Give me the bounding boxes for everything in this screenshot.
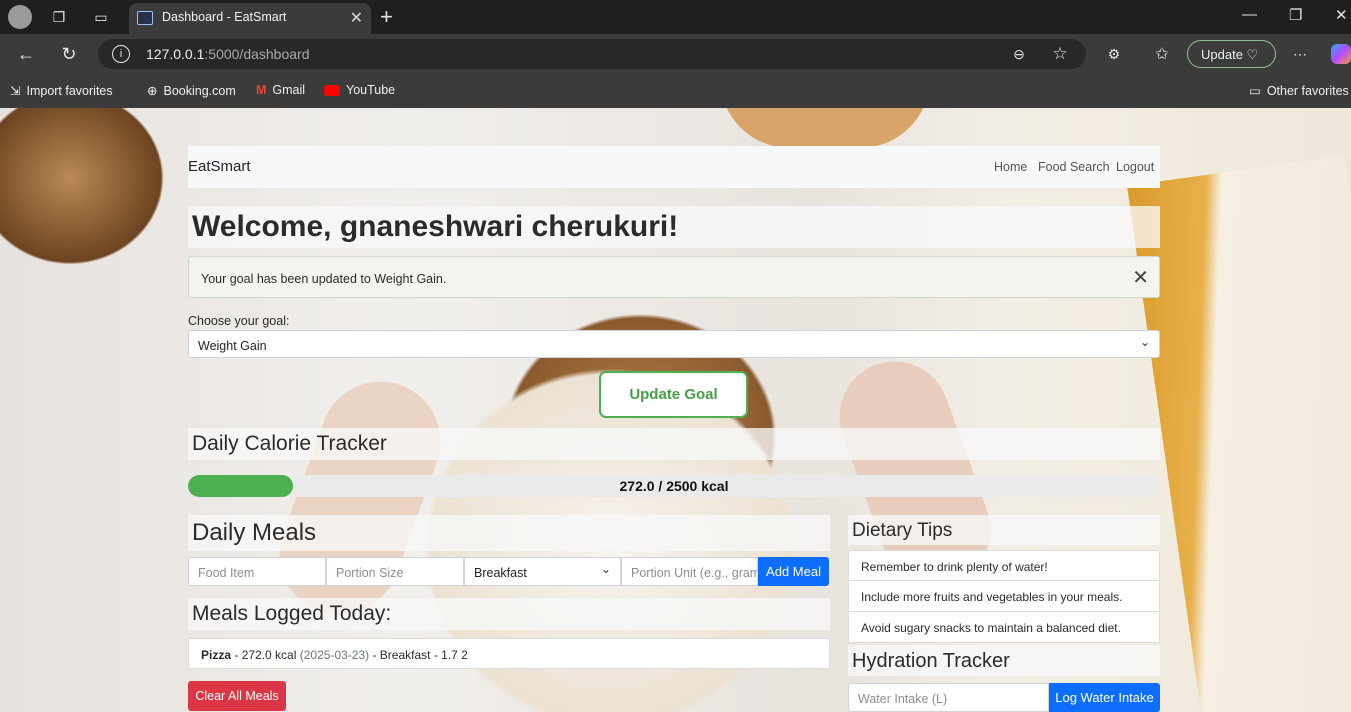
meal-details: - Breakfast - 1.7 2 (372, 648, 468, 662)
alert-message: Your goal has been updated to Weight Gai… (201, 272, 447, 286)
gmail-icon: M (256, 83, 267, 97)
meal-kcal: - 272.0 kcal (234, 648, 297, 662)
background-decoration (720, 108, 930, 148)
back-icon[interactable]: ← (15, 43, 37, 65)
calorie-tracker-header: Daily Calorie Tracker (188, 428, 1160, 460)
extensions-icon[interactable]: ⚙ (1104, 44, 1124, 64)
favorite-youtube[interactable]: YouTube (324, 83, 395, 97)
profile-avatar-icon[interactable] (8, 5, 32, 29)
dietary-tips-title: Dietary Tips (852, 520, 953, 541)
restore-icon[interactable]: ❐ (1289, 6, 1302, 24)
globe-icon: ⊕ (147, 84, 158, 98)
site-info-icon[interactable]: i (112, 45, 130, 63)
page-title: Welcome, gnaneshwari cherukuri! (192, 210, 679, 243)
dietary-tips-list: Remember to drink plenty of water! Inclu… (848, 550, 1160, 643)
browser-tab-bar: ❐ ▭ Dashboard - EatSmart ✕ + — ❐ ✕ (0, 0, 1351, 34)
update-button[interactable]: Update ♡ (1187, 40, 1276, 68)
background-decoration (1127, 155, 1351, 712)
daily-meals-header: Daily Meals (188, 515, 830, 551)
browser-toolbar: ← ↻ i 127.0.0.1:5000/dashboard ⊖ ☆ ⚙ ✩ U… (0, 34, 1351, 74)
goal-selected-value: Weight Gain (198, 339, 267, 353)
page-viewport: EatSmart Home Food Search Logout Welcome… (0, 108, 1351, 712)
minimize-icon[interactable]: — (1242, 6, 1257, 23)
list-item: Remember to drink plenty of water! (848, 550, 1160, 581)
update-goal-button[interactable]: Update Goal (599, 371, 748, 418)
reload-icon[interactable]: ↻ (58, 43, 80, 65)
site-navbar: EatSmart Home Food Search Logout (188, 146, 1160, 188)
favorites-icon[interactable]: ✩ (1152, 44, 1172, 64)
heart-icon: ♡ (1246, 47, 1259, 62)
address-bar[interactable]: i 127.0.0.1:5000/dashboard ⊖ ☆ (98, 39, 1086, 69)
calorie-tracker-title: Daily Calorie Tracker (192, 432, 387, 455)
chevron-down-icon: ⌄ (600, 562, 611, 576)
copilot-icon[interactable] (1331, 44, 1351, 64)
food-item-input[interactable]: Food Item (188, 557, 326, 586)
goal-select[interactable]: Weight Gain ⌄ (188, 330, 1160, 358)
tab-title: Dashboard - EatSmart (162, 10, 287, 24)
site-brand[interactable]: EatSmart (188, 158, 251, 175)
nav-link-food-search[interactable]: Food Search (1038, 160, 1110, 174)
nav-link-logout[interactable]: Logout (1116, 160, 1154, 174)
workspaces-icon[interactable]: ❐ (50, 8, 68, 26)
nav-link-home[interactable]: Home (994, 160, 1027, 174)
import-icon: ⇲ (10, 84, 21, 98)
list-item: Include more fruits and vegetables in yo… (848, 581, 1160, 612)
add-meal-button[interactable]: Add Meal (758, 557, 829, 586)
goal-label: Choose your goal: (188, 314, 290, 328)
favorites-bar: ⇲ Import favorites ⊕ Booking.com M Gmail Yo… (0, 74, 1351, 108)
folder-icon: ▭ (1249, 84, 1261, 98)
log-water-button[interactable]: Log Water Intake (1049, 683, 1160, 712)
meals-logged-header: Meals Logged Today: (188, 598, 830, 630)
favorite-star-icon[interactable]: ☆ (1050, 44, 1070, 64)
new-tab-icon[interactable]: + (380, 4, 393, 30)
favorite-booking[interactable]: ⊕ Booking.com (147, 83, 236, 99)
more-menu-icon[interactable]: ⋯ (1290, 44, 1310, 64)
tab-favicon-icon (137, 11, 153, 25)
browser-tab[interactable]: Dashboard - EatSmart ✕ (129, 3, 371, 34)
youtube-icon (324, 84, 340, 96)
hydration-title: Hydration Tracker (852, 650, 1010, 672)
portion-unit-input[interactable]: Portion Unit (e.g., gram (621, 557, 758, 586)
chevron-down-icon: ⌄ (1139, 335, 1150, 349)
favorite-gmail[interactable]: M Gmail (256, 83, 305, 97)
list-item: Avoid sugary snacks to maintain a balanc… (848, 612, 1160, 643)
zoom-icon[interactable]: ⊖ (1009, 44, 1029, 64)
meal-name: Pizza (201, 648, 232, 662)
portion-size-input[interactable]: Portion Size (326, 557, 464, 586)
daily-meals-title: Daily Meals (192, 519, 317, 546)
vertical-tabs-icon[interactable]: ▭ (92, 8, 110, 26)
meal-date: (2025-03-23) (299, 648, 370, 662)
background-decoration (262, 364, 458, 632)
dietary-tips-header: Dietary Tips (848, 515, 1160, 545)
meals-logged-title: Meals Logged Today: (192, 602, 392, 625)
welcome-banner: Welcome, gnaneshwari cherukuri! (188, 206, 1160, 248)
goal-updated-alert: Your goal has been updated to Weight Gai… (188, 256, 1160, 298)
close-icon[interactable]: ✕ (1132, 265, 1149, 290)
tab-close-icon[interactable]: ✕ (350, 8, 363, 28)
close-window-icon[interactable]: ✕ (1335, 6, 1348, 24)
clear-all-meals-button[interactable]: Clear All Meals (188, 681, 286, 711)
calorie-progress-bar: 272.0 / 2500 kcal (188, 475, 1160, 497)
list-item: Pizza - 272.0 kcal (2025-03-23) - Breakf… (188, 638, 830, 669)
other-favorites[interactable]: ▭ Other favorites (1249, 83, 1349, 99)
meal-type-select[interactable]: Breakfast ⌄ (464, 557, 621, 586)
water-intake-input[interactable]: Water Intake (L) (848, 683, 1049, 712)
favorite-import[interactable]: ⇲ Import favorites (10, 83, 113, 99)
calorie-progress-label: 272.0 / 2500 kcal (619, 478, 729, 494)
url-text[interactable]: 127.0.0.1:5000/dashboard (146, 46, 309, 62)
hydration-header: Hydration Tracker (848, 645, 1160, 676)
meal-type-value: Breakfast (474, 566, 527, 580)
